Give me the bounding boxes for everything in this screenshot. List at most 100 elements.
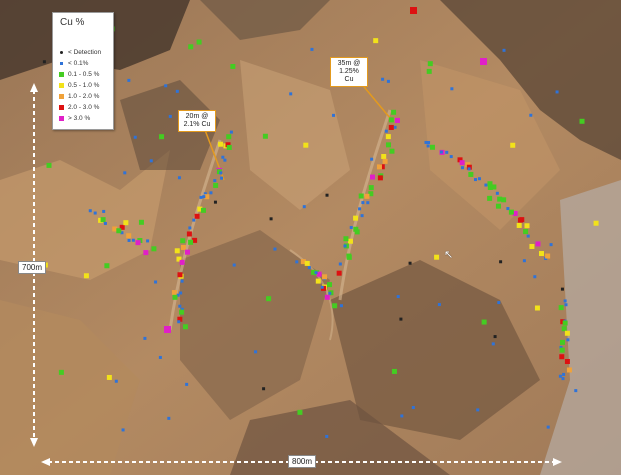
sample-point [295, 260, 299, 264]
sample-point [185, 382, 189, 386]
sample-point [230, 64, 236, 70]
sample-point [179, 309, 185, 315]
sample-point [174, 248, 180, 254]
sample-point [533, 275, 537, 279]
sample-point [506, 207, 510, 211]
sample-point [343, 244, 347, 248]
sample-point [325, 434, 329, 438]
sample-point [484, 183, 488, 187]
sample-point [202, 195, 206, 199]
sample-point [459, 160, 465, 166]
sample-point [199, 195, 203, 199]
legend-title: Cu % [60, 17, 85, 28]
sample-point [499, 260, 503, 264]
sample-point [495, 203, 501, 209]
sample-point [385, 142, 391, 148]
sample-point [574, 389, 578, 393]
sample-point [445, 150, 449, 154]
sample-point [322, 274, 328, 280]
sample-point [209, 191, 213, 195]
sample-point [289, 92, 293, 96]
sample-point [468, 171, 474, 177]
sample-point [474, 178, 478, 182]
sample-point [273, 247, 277, 251]
satellite-map[interactable]: Cu % < Detection < 0.1% 0.1 - 0.5 % 0.5 … [0, 0, 621, 475]
sample-point [127, 78, 131, 82]
sample-point [200, 207, 206, 213]
legend-item-2-0-3-0: 2.0 - 3.0 % [59, 104, 99, 112]
sample-point [493, 335, 497, 339]
sample-point [123, 171, 127, 175]
sample-point [180, 279, 184, 283]
sample-point [269, 217, 273, 221]
upper-right-marker [480, 58, 487, 65]
sample-point [346, 254, 352, 260]
sample-point [151, 246, 157, 252]
sample-point [524, 223, 530, 229]
sample-point [360, 214, 364, 218]
sample-point [558, 305, 564, 311]
sample-point [178, 304, 182, 308]
sample-point [332, 113, 336, 117]
sample-point [302, 205, 306, 209]
sample-point [304, 260, 310, 266]
sample-point [213, 182, 219, 188]
sample-point [361, 201, 365, 205]
sample-point [149, 159, 153, 163]
sample-point [262, 133, 268, 139]
sample-point [377, 175, 383, 181]
sample-point [349, 225, 353, 229]
sample-point [213, 200, 217, 204]
sample-point [338, 262, 342, 266]
sample-point [143, 336, 147, 340]
sample-point [481, 319, 487, 325]
sample-point [114, 379, 118, 383]
sample-point [426, 144, 430, 148]
sample-point [218, 141, 224, 147]
legend-label: 2.0 - 3.0 % [68, 104, 100, 111]
sample-point [381, 77, 385, 81]
sample-point [394, 117, 400, 123]
sample-point [232, 263, 236, 267]
vertical-scale-label: 700m [18, 261, 47, 274]
legend-label: > 3.0 % [68, 115, 91, 122]
sample-point [186, 231, 192, 237]
sample-point [177, 272, 183, 278]
sample-point [510, 142, 516, 148]
legend: Cu % < Detection < 0.1% 0.1 - 0.5 % 0.5 … [52, 12, 114, 130]
sample-point [450, 87, 454, 91]
legend-label: 0.5 - 1.0 % [68, 82, 100, 89]
sample-point [179, 259, 185, 265]
sample-point [171, 290, 177, 296]
sample-point [353, 226, 359, 232]
sample-point [476, 408, 480, 412]
sample-point [328, 291, 332, 295]
sample-point [427, 141, 431, 145]
sample-point [58, 369, 64, 375]
sample-point [226, 134, 232, 140]
sample-point [429, 144, 435, 150]
sample-point [254, 350, 258, 354]
sample-point [229, 130, 233, 134]
sample-point [42, 60, 46, 64]
legend-item-0-5-1-0: 0.5 - 1.0 % [59, 82, 99, 90]
sample-point [373, 38, 379, 44]
callout-20m: 20m @ 2.1% Cu [178, 110, 216, 132]
sample-point [177, 176, 181, 180]
sample-point [529, 243, 535, 249]
sample-point [522, 259, 526, 263]
sample-point [126, 233, 132, 239]
sample-point [131, 238, 135, 242]
sample-point [487, 195, 493, 201]
sample-point [116, 228, 122, 234]
sample-point [564, 303, 568, 307]
sample-point [562, 320, 568, 326]
legend-item-1-0-2-0: 1.0 - 2.0 % [59, 93, 99, 101]
sample-point [408, 261, 412, 265]
sample-point [370, 157, 374, 161]
legend-label: < 0.1% [68, 60, 89, 67]
sample-point [223, 158, 227, 162]
sample-point [180, 238, 186, 244]
sample-point [561, 377, 565, 381]
sample-point [566, 367, 572, 373]
